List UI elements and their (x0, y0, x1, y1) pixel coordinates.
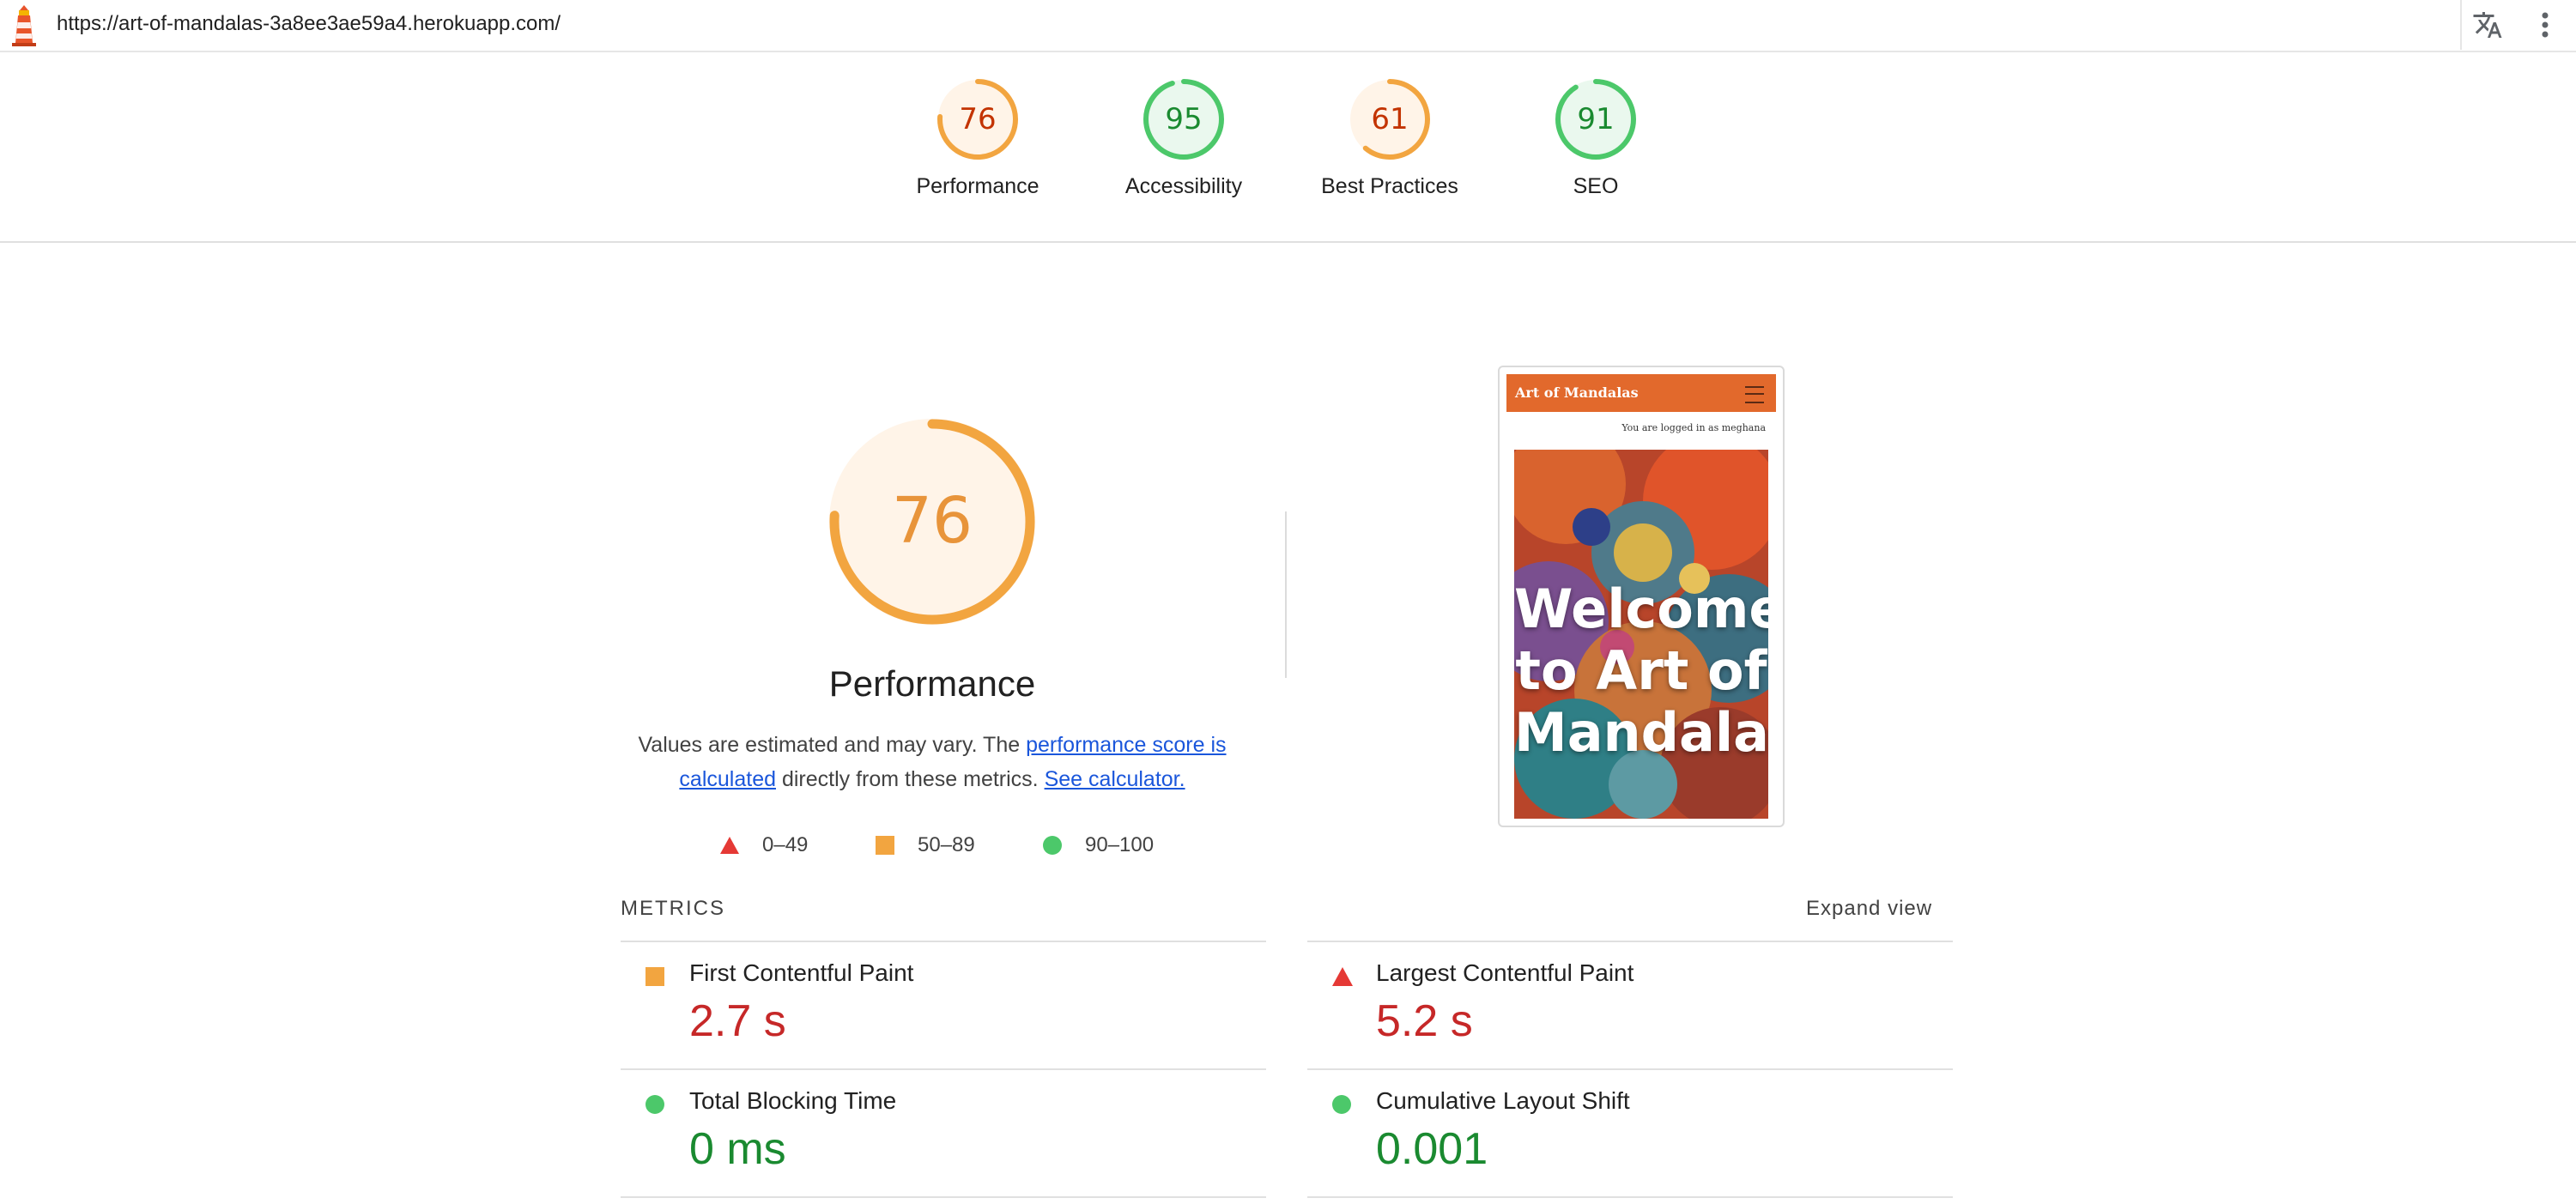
vertical-divider (1285, 511, 1287, 678)
gauge-performance[interactable]: 76 Performance (892, 76, 1064, 199)
gauge-ring: 95 (1143, 79, 1224, 160)
gauge-label: Best Practices (1321, 174, 1458, 198)
translate-button[interactable] (2460, 0, 2513, 50)
metric-title: Total Blocking Time (689, 1087, 897, 1114)
desc-text: directly from these metrics. (776, 767, 1045, 791)
square-icon (876, 836, 894, 855)
legend-label: 0–49 (762, 833, 809, 856)
metric-title: Cumulative Layout Shift (1376, 1087, 1630, 1114)
metrics-heading: METRICS (621, 897, 725, 920)
metric-first-contentful-paint: First Contentful Paint 2.7 s (621, 942, 1239, 1069)
screenshot-brand: Art of Mandalas (1515, 384, 1639, 401)
screenshot-navbar: Art of Mandalas (1506, 374, 1776, 412)
final-screenshot[interactable]: Art of Mandalas You are logged in as meg… (1498, 366, 1785, 827)
metric-largest-contentful-paint: Largest Contentful Paint 5.2 s (1307, 942, 1925, 1069)
gauge-ring: 61 (1349, 79, 1430, 160)
expand-view-button[interactable]: Expand view (1806, 897, 1932, 921)
triangle-icon (720, 837, 739, 854)
legend-label: 90–100 (1085, 833, 1155, 856)
gauge-ring: 76 (937, 79, 1018, 160)
performance-score: 76 (892, 484, 973, 558)
metric-total-blocking-time: Total Blocking Time 0 ms (621, 1070, 1239, 1197)
circle-icon (1043, 836, 1062, 855)
gauge-accessibility[interactable]: 95 Accessibility (1098, 76, 1270, 199)
gauge-seo[interactable]: 91 SEO (1510, 76, 1682, 199)
top-bar: https://art-of-mandalas-3a8ee3ae59a4.her… (0, 0, 2576, 52)
gauge-ring: 91 (1555, 79, 1636, 160)
metric-value: 0.001 (1376, 1124, 1488, 1174)
metric-value: 0 ms (689, 1124, 786, 1174)
screenshot-hero-image: Welcome to Art of Mandalas (1514, 450, 1768, 819)
screenshot-hero-text: Welcome to Art of Mandalas (1514, 578, 1768, 764)
legend-label: 50–89 (918, 833, 975, 856)
circle-icon (646, 1095, 664, 1114)
gauge-score: 91 (1577, 102, 1614, 136)
gauge-score: 61 (1371, 102, 1408, 136)
translate-icon (2473, 12, 2502, 38)
legend-average: 50–89 (875, 831, 975, 860)
gauge-label: Performance (916, 174, 1039, 198)
desc-text: Values are estimated and may vary. The (638, 733, 1027, 757)
performance-gauge-large: 76 (829, 419, 1035, 625)
performance-description: Values are estimated and may vary. The p… (635, 728, 1229, 796)
legend-pass: 90–100 (1042, 831, 1154, 860)
metric-value: 5.2 s (1376, 996, 1473, 1046)
more-menu-button[interactable] (2524, 0, 2567, 50)
metric-title: First Contentful Paint (689, 959, 914, 986)
metric-cumulative-layout-shift: Cumulative Layout Shift 0.001 (1307, 1070, 1925, 1197)
gauge-best-practices[interactable]: 61 Best Practices (1304, 76, 1476, 199)
triangle-icon (1332, 967, 1353, 986)
hamburger-icon (1745, 386, 1764, 403)
performance-title: Performance (828, 663, 1036, 704)
metrics-divider (621, 1196, 1266, 1198)
legend-fail: 0–49 (719, 831, 808, 860)
gauge-label: Accessibility (1124, 174, 1243, 198)
screenshot-logged-in: You are logged in as meghana (1621, 422, 1766, 433)
metric-value: 2.7 s (689, 996, 786, 1046)
metrics-divider (1307, 1196, 1953, 1198)
gauge-score: 95 (1165, 102, 1202, 136)
metric-title: Largest Contentful Paint (1376, 959, 1634, 986)
see-calculator-link[interactable]: See calculator. (1045, 767, 1185, 791)
square-icon (646, 967, 664, 986)
circle-icon (1332, 1095, 1351, 1114)
page-url: https://art-of-mandalas-3a8ee3ae59a4.her… (57, 12, 561, 35)
score-summary: 76 Performance 95 Accessibility 61 Best … (0, 52, 2576, 243)
more-vert-icon (2542, 12, 2549, 38)
gauge-label: SEO (1573, 174, 1619, 198)
lighthouse-icon (12, 5, 36, 46)
gauge-score: 76 (959, 102, 996, 136)
